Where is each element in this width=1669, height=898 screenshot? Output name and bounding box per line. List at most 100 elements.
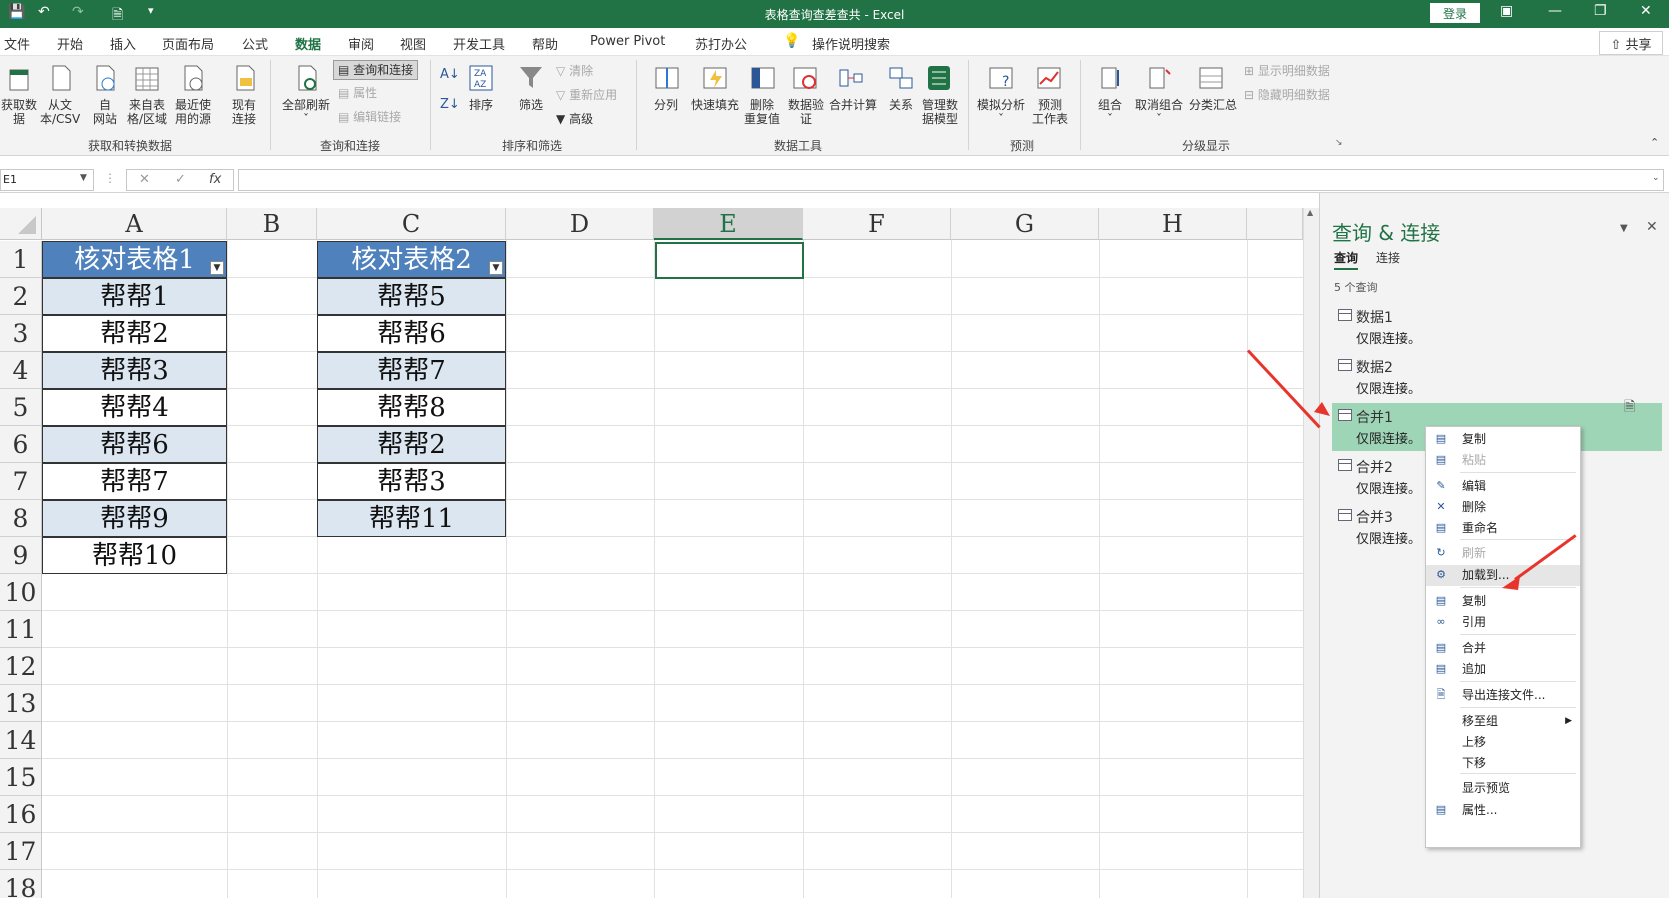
table1-header[interactable]: 核对表格1 ▼ (42, 241, 227, 278)
row-header-7[interactable]: 7 (0, 463, 42, 500)
row-header-9[interactable]: 9 (0, 537, 42, 574)
table-cell[interactable]: 帮帮9 (42, 500, 227, 537)
name-box-dropdown-icon[interactable]: ▼ (80, 173, 87, 183)
recent-sources-button[interactable]: 最近使 用的源 (172, 98, 214, 126)
table-cell[interactable]: 帮帮11 (317, 500, 506, 537)
group-button[interactable]: 组合 ˇ (1092, 98, 1128, 126)
ribbon-display-icon[interactable]: ▣ (1500, 3, 1513, 19)
tab-formulas[interactable]: 公式 (242, 34, 268, 53)
table-cell[interactable]: 帮帮5 (317, 278, 506, 315)
query-item[interactable]: 数据1 仅限连接。 (1332, 303, 1662, 351)
existing-connections-button[interactable]: 现有 连接 (226, 98, 262, 126)
row-header-1[interactable]: 1 (0, 241, 42, 278)
filter-dropdown-icon[interactable]: ▼ (210, 261, 224, 275)
tab-page-layout[interactable]: 页面布局 (162, 34, 214, 53)
context-menu-item[interactable]: ▤ 合并 (1426, 638, 1580, 659)
table-cell[interactable]: 帮帮2 (42, 315, 227, 352)
query-item[interactable]: 数据2 仅限连接。 (1332, 353, 1662, 401)
column-header-h[interactable]: H (1099, 208, 1247, 240)
table-cell[interactable]: 帮帮6 (42, 426, 227, 463)
sort-button[interactable]: 排序 (465, 98, 497, 112)
tab-queries[interactable]: 查询 (1334, 249, 1359, 270)
row-header-4[interactable]: 4 (0, 352, 42, 389)
tab-suda[interactable]: 苏打办公 (695, 34, 747, 53)
context-menu-item[interactable]: 下移 (1426, 753, 1580, 774)
from-table-button[interactable]: 来自表 格/区域 (126, 98, 168, 126)
row-header-13[interactable]: 13 (0, 685, 42, 722)
context-menu-item[interactable]: ▤ 重命名 (1426, 518, 1580, 539)
ungroup-button[interactable]: 取消组合 ˇ (1132, 98, 1186, 126)
column-header-c[interactable]: C (317, 208, 506, 240)
minimize-icon[interactable]: — (1548, 3, 1562, 19)
row-header-10[interactable]: 10 (0, 574, 42, 611)
table-cell[interactable]: 帮帮6 (317, 315, 506, 352)
tab-home[interactable]: 开始 (57, 34, 83, 53)
from-csv-button[interactable]: 从文 本/CSV (40, 98, 80, 126)
flash-fill-button[interactable]: 快速填充 (690, 98, 740, 112)
sort-desc-icon[interactable]: Z↓ (440, 98, 460, 112)
close-icon[interactable]: ✕ (1640, 3, 1652, 19)
context-menu-item[interactable]: ✎ 编辑 (1426, 476, 1580, 497)
context-menu-item[interactable]: 上移 (1426, 732, 1580, 753)
restore-icon[interactable]: ❐ (1594, 3, 1607, 19)
sort-asc-icon[interactable]: A↓ (440, 68, 460, 82)
column-header-b[interactable]: B (227, 208, 317, 240)
consolidate-button[interactable]: 合并计算 (828, 98, 878, 112)
table-cell[interactable]: 帮帮1 (42, 278, 227, 315)
login-button[interactable]: 登录 (1430, 3, 1480, 23)
context-menu-item[interactable]: 移至组 ▶ (1426, 711, 1580, 732)
tab-file[interactable]: 文件 (4, 34, 30, 53)
context-menu-item[interactable]: ▤ 追加 (1426, 659, 1580, 680)
column-header-e[interactable]: E (654, 208, 803, 240)
edit-links-button[interactable]: ▤ 编辑链接 (338, 110, 401, 124)
filter-button[interactable]: 筛选 (514, 98, 548, 112)
get-data-button[interactable]: 获取数据 (0, 98, 38, 126)
table-cell[interactable]: 帮帮7 (42, 463, 227, 500)
table-cell[interactable]: 帮帮3 (317, 463, 506, 500)
row-header-8[interactable]: 8 (0, 500, 42, 537)
tab-connections[interactable]: 连接 (1376, 249, 1400, 266)
cancel-icon[interactable]: ✕ (139, 172, 150, 187)
table2-header[interactable]: 核对表格2 ▼ (317, 241, 506, 278)
tab-help[interactable]: 帮助 (532, 34, 558, 53)
row-header-2[interactable]: 2 (0, 278, 42, 315)
subtotal-button[interactable]: 分类汇总 (1188, 98, 1238, 112)
vertical-scrollbar[interactable]: ▲ (1303, 208, 1319, 898)
table-cell[interactable]: 帮帮7 (317, 352, 506, 389)
filter-dropdown-icon[interactable]: ▼ (489, 261, 503, 275)
column-header-i[interactable] (1247, 208, 1303, 240)
row-header-14[interactable]: 14 (0, 722, 42, 759)
context-menu-item[interactable]: ✕ 删除 (1426, 497, 1580, 518)
table-cell[interactable]: 帮帮10 (42, 537, 227, 574)
pane-close-icon[interactable]: ✕ (1646, 219, 1658, 235)
pane-options-icon[interactable]: ▼ (1620, 223, 1628, 234)
row-header-3[interactable]: 3 (0, 315, 42, 352)
properties-button[interactable]: ▤ 属性 (338, 86, 377, 100)
share-button[interactable]: ⇧ 共享 (1599, 31, 1663, 55)
text-to-columns-button[interactable]: 分列 (648, 98, 684, 112)
active-cell-e1[interactable] (655, 242, 804, 279)
what-if-button[interactable]: 模拟分析 ˇ (976, 98, 1026, 126)
forecast-sheet-button[interactable]: 预测 工作表 (1030, 98, 1070, 126)
refresh-all-button[interactable]: 全部刷新 ˇ (280, 98, 332, 126)
row-header-5[interactable]: 5 (0, 389, 42, 426)
context-menu-item[interactable]: ▤ 属性... (1426, 800, 1580, 821)
dialog-launcher-icon[interactable]: ↘ (1335, 138, 1343, 148)
collapse-ribbon-icon[interactable]: ⌃ (1650, 136, 1659, 149)
column-header-g[interactable]: G (951, 208, 1099, 240)
table-cell[interactable]: 帮帮8 (317, 389, 506, 426)
context-menu-item[interactable]: ▤ 复制 (1426, 429, 1580, 450)
row-header-15[interactable]: 15 (0, 759, 42, 796)
select-all-corner[interactable] (0, 208, 42, 240)
row-header-11[interactable]: 11 (0, 611, 42, 648)
tab-insert[interactable]: 插入 (110, 34, 136, 53)
table-cell[interactable]: 帮帮3 (42, 352, 227, 389)
data-validation-button[interactable]: 数据验证 (786, 98, 826, 126)
context-menu-item[interactable]: ∞ 引用 (1426, 612, 1580, 633)
tell-me-search[interactable]: 操作说明搜索 (812, 34, 890, 53)
context-menu-item[interactable]: 显示预览 (1426, 778, 1580, 799)
from-web-button[interactable]: 自网站 (88, 98, 122, 126)
column-header-f[interactable]: F (803, 208, 951, 240)
row-header-6[interactable]: 6 (0, 426, 42, 463)
context-menu-item[interactable]: 🗎 导出连接文件... (1426, 685, 1580, 706)
